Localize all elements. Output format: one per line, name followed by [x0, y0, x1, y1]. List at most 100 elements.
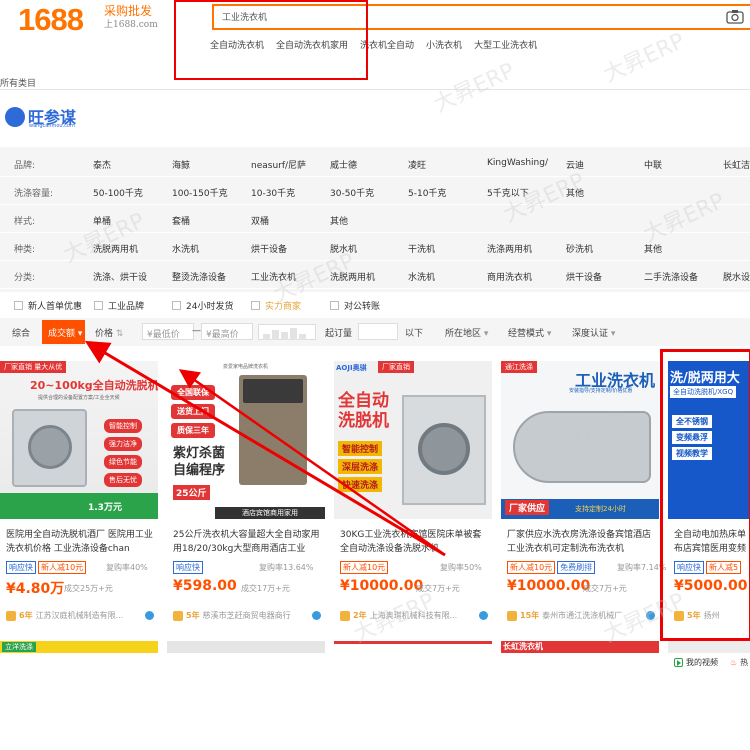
filter-option[interactable]: 商用洗衣机: [487, 270, 532, 283]
filter-option[interactable]: 100-150千克: [172, 186, 228, 199]
filter-option[interactable]: 脱水设: [723, 270, 750, 283]
filter-area: 品牌: 泰杰 海鲸 neasurf/尼萨 威士德 凌旺 KingWashing/…: [0, 147, 750, 292]
shop-years: 2年: [353, 611, 367, 620]
chat-icon[interactable]: [479, 611, 488, 620]
filter-option[interactable]: 中联: [644, 158, 662, 171]
checkbox-24h[interactable]: 24小时发货: [172, 299, 233, 312]
shop-name[interactable]: 慈溪市芝赶商贸电器商行: [203, 610, 291, 621]
filter-option[interactable]: 长虹洁: [723, 158, 750, 171]
chat-icon[interactable]: [312, 611, 321, 620]
filter-option[interactable]: KingWashing/: [487, 158, 548, 168]
hot-link[interactable]: ♨ 热: [730, 657, 748, 668]
product-title[interactable]: 30KG工业洗衣机宾馆医院床单被套全自动洗涤设备洗脱水机: [340, 528, 490, 556]
filter-option[interactable]: 10-30千克: [251, 186, 295, 199]
sort-comprehensive[interactable]: 综合: [12, 326, 30, 339]
checkbox-corporate-transfer[interactable]: 对公转账: [330, 299, 380, 312]
machine-picture: [12, 409, 87, 487]
region-dropdown[interactable]: 所在地区 ▾: [445, 326, 488, 339]
filter-option[interactable]: 其他: [330, 214, 348, 227]
all-categories-link[interactable]: 所有类目: [0, 76, 36, 89]
sort-arrows-icon: ⇅: [115, 329, 124, 339]
product-title[interactable]: 医院用全自动洗脱机酒厂 医院用工业洗衣机价格 工业洗涤设备chan: [6, 528, 156, 556]
checkbox-box[interactable]: [330, 301, 339, 310]
product-card[interactable]: 厂家直销 量大从优 20~100kg全自动洗脱机 提供合理的设备配置方案/工业全…: [0, 361, 158, 633]
shop-badge-icon: [173, 610, 183, 621]
filter-option[interactable]: 水洗机: [172, 242, 199, 255]
filter-option[interactable]: 洗脱两用机: [330, 270, 375, 283]
shop-info[interactable]: 6年 江苏汉庭机械制造有限...: [6, 610, 123, 621]
shop-name[interactable]: 上海奥琪机械科技有限...: [370, 610, 458, 621]
max-price-input[interactable]: ¥最高价: [201, 323, 253, 340]
filter-option[interactable]: 其他: [566, 186, 584, 199]
filter-option[interactable]: 云迪: [566, 158, 584, 171]
checkbox-box[interactable]: [172, 301, 181, 310]
filter-option[interactable]: 威士德: [330, 158, 357, 171]
checkbox-box[interactable]: [14, 301, 23, 310]
shop-name[interactable]: 泰州市通江洗涤机械厂: [542, 610, 622, 621]
product-card[interactable]: 泉爱家电品牌洗衣机 全国联保 送货上门 质保三年 紫灯杀菌 自编程序 25公斤 …: [167, 361, 325, 633]
product-image[interactable]: 泉爱家电品牌洗衣机 全国联保 送货上门 质保三年 紫灯杀菌 自编程序 25公斤 …: [167, 361, 325, 519]
shop-name[interactable]: 江苏汉庭机械制造有限...: [36, 610, 124, 621]
filter-option[interactable]: 水洗机: [408, 270, 435, 283]
filter-option[interactable]: 脱水机: [330, 242, 357, 255]
filter-option[interactable]: 套桶: [172, 214, 190, 227]
product-title[interactable]: 厂家供应水洗衣房洗涤设备宾馆酒店工业洗衣机可定制洗布洗衣机: [507, 528, 657, 556]
filter-option[interactable]: 海鲸: [172, 158, 190, 171]
caret-down-icon: ▾: [610, 329, 616, 339]
checkbox-strong-merchant[interactable]: 实力商家: [251, 299, 301, 312]
product-card[interactable]: AOJI奥骐 厂家直销 全自动 洗脱机 智能控制 深层洗涤 快速洗涤 30KG工…: [334, 361, 492, 633]
filter-option[interactable]: 5-10千克: [408, 186, 446, 199]
filter-option[interactable]: 洗涤、烘干设: [93, 270, 147, 283]
sort-sales-active[interactable]: 成交额 ▾: [42, 320, 85, 344]
my-videos-link[interactable]: 我的视频: [674, 657, 718, 668]
checkbox-new-user[interactable]: 新人首单优惠: [14, 299, 82, 312]
filter-option[interactable]: 双桶: [251, 214, 269, 227]
product-card[interactable]: 通江洗涤 工业洗衣机 安装指导/支持定制/价格优惠 厂家供应 支持定制24小时 …: [501, 361, 666, 633]
filter-option[interactable]: 干洗机: [408, 242, 435, 255]
product-image[interactable]: AOJI奥骐 厂家直销 全自动 洗脱机 智能控制 深层洗涤 快速洗涤: [334, 361, 492, 519]
filter-option[interactable]: 单桶: [93, 214, 111, 227]
shop-info[interactable]: 2年 上海奥琪机械科技有限...: [340, 610, 457, 621]
checkbox-industrial-brand[interactable]: 工业品牌: [94, 299, 144, 312]
filter-option[interactable]: 砂洗机: [566, 242, 593, 255]
filter-option[interactable]: 50-100千克: [93, 186, 143, 199]
img-footer-text: 支持定制24小时: [575, 505, 626, 513]
filter-option[interactable]: 整烫洗涤设备: [172, 270, 226, 283]
product-title[interactable]: 25公斤洗衣机大容量超大全自动家用用18/20/30kg大型商用酒店工业: [173, 528, 323, 556]
hot-word[interactable]: 洗衣机全自动: [360, 38, 414, 51]
product-image[interactable]: 通江洗涤 工业洗衣机 安装指导/支持定制/价格优惠 厂家供应 支持定制24小时: [501, 361, 659, 519]
filter-option[interactable]: 30-50千克: [330, 186, 374, 199]
price-distribution[interactable]: [258, 324, 316, 340]
checkbox-box[interactable]: [94, 301, 103, 310]
chat-icon[interactable]: [646, 611, 655, 620]
mode-dropdown[interactable]: 经营模式 ▾: [508, 326, 551, 339]
filter-option[interactable]: 烘干设备: [566, 270, 602, 283]
chat-icon[interactable]: [145, 611, 154, 620]
hot-word[interactable]: 大型工业洗衣机: [474, 38, 537, 51]
filter-option[interactable]: 洗脱两用机: [93, 242, 138, 255]
filter-option[interactable]: 工业洗衣机: [251, 270, 296, 283]
filter-option[interactable]: 凌旺: [408, 158, 426, 171]
checkbox-box[interactable]: [251, 301, 260, 310]
site-logo[interactable]: 1688: [18, 2, 84, 38]
filter-row-capacity: 洗涤容量: 50-100千克 100-150千克 10-30千克 30-50千克…: [0, 177, 750, 205]
sort-price[interactable]: 价格 ⇅: [95, 326, 123, 339]
product-image[interactable]: 厂家直销 量大从优 20~100kg全自动洗脱机 提供合理的设备配置方案/工业全…: [0, 361, 158, 519]
hot-word[interactable]: 小洗衣机: [426, 38, 462, 51]
min-price-input[interactable]: ¥最低价: [142, 323, 194, 340]
filter-option[interactable]: 洗涤两用机: [487, 242, 532, 255]
filter-option[interactable]: 二手洗涤设备: [644, 270, 698, 283]
img-feature: 快速洗涤: [338, 477, 383, 492]
shop-info[interactable]: 15年 泰州市通江洗涤机械厂: [507, 610, 622, 621]
cert-dropdown[interactable]: 深度认证 ▾: [572, 326, 615, 339]
filter-option[interactable]: 其他: [644, 242, 662, 255]
shop-info[interactable]: 5年 慈溪市芝赶商贸电器商行: [173, 610, 291, 621]
camera-icon[interactable]: [726, 9, 744, 24]
img-feature: 智能控制: [338, 441, 383, 456]
filter-option[interactable]: 5千克以下: [487, 186, 529, 199]
moq-input[interactable]: [358, 323, 398, 340]
filter-option[interactable]: 烘干设备: [251, 242, 287, 255]
filter-option[interactable]: neasurf/尼萨: [251, 158, 306, 171]
filter-option[interactable]: 泰杰: [93, 158, 111, 171]
tag-responsive: 响应快: [6, 561, 36, 574]
